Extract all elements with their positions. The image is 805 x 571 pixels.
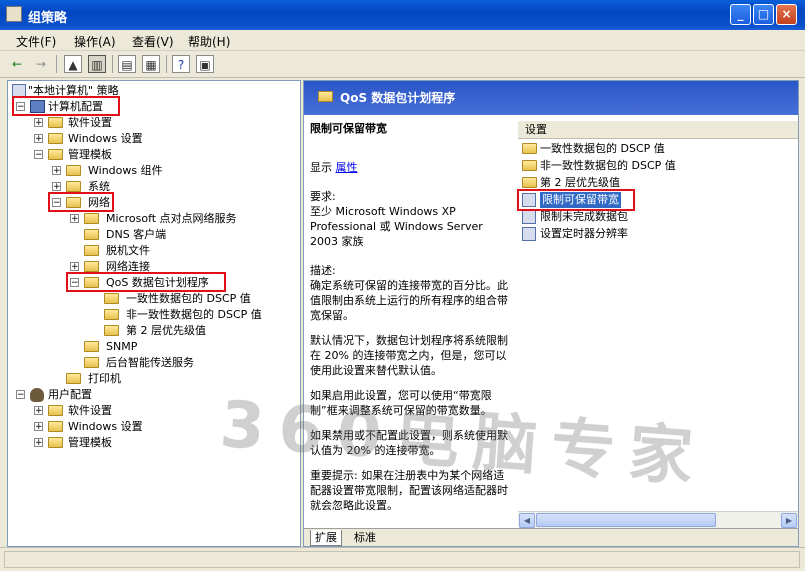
menu-bar: 文件(F) 操作(A) 查看(V) 帮助(H) (0, 30, 805, 51)
expand-icon[interactable]: + (34, 438, 43, 448)
scroll-left-icon[interactable]: ◀ (519, 513, 535, 528)
description-label: 描述: (310, 264, 336, 277)
export-list-icon[interactable]: ▦ (142, 55, 160, 73)
folder-icon (48, 117, 63, 128)
highlight-qos (66, 272, 226, 292)
horizontal-scrollbar[interactable]: ◀ ▶ (518, 511, 798, 529)
display-label: 显示 (310, 161, 332, 174)
expand-icon[interactable]: + (52, 182, 61, 192)
expand-icon[interactable]: + (34, 118, 43, 128)
show-tree-icon[interactable]: ▥ (88, 55, 106, 73)
collapse-icon[interactable]: − (34, 150, 43, 160)
expand-icon[interactable]: + (70, 214, 79, 224)
menu-view[interactable]: 查看(V) (132, 33, 174, 50)
folder-icon (84, 229, 99, 240)
folder-icon (104, 325, 119, 336)
highlight-limit-bandwidth (517, 189, 635, 211)
forward-arrow-icon[interactable]: → (32, 55, 50, 73)
setting-title: 限制可保留带宽 (310, 122, 387, 135)
settings-column-header[interactable]: 设置 (518, 121, 798, 139)
up-folder-icon[interactable]: ▲ (64, 55, 82, 73)
folder-icon (84, 357, 99, 368)
folder-icon (84, 213, 99, 224)
help-icon[interactable]: ? (172, 55, 190, 73)
status-bar (0, 547, 805, 571)
folder-icon (48, 405, 63, 416)
folder-icon (48, 421, 63, 432)
details-pane: QoS 数据包计划程序 限制可保留带宽 显示 属性 要求: 至少 Microso… (303, 80, 799, 547)
expand-icon[interactable]: + (34, 422, 43, 432)
view-tabs: 扩展 标准 (304, 528, 798, 546)
folder-icon (522, 160, 537, 171)
folder-icon (66, 165, 81, 176)
minimize-button[interactable]: _ (730, 4, 751, 25)
policy-setting-icon (522, 227, 536, 241)
highlight-network (48, 192, 114, 212)
folder-icon (66, 373, 81, 384)
expand-icon[interactable]: + (70, 262, 79, 272)
gpedit-icon (6, 6, 22, 22)
folder-icon (84, 261, 99, 272)
pane-header: QoS 数据包计划程序 (304, 81, 798, 115)
user-icon (30, 388, 44, 402)
tree-pane: "本地计算机" 策略 − 计算机配置 + 软件设置 + Windows 设置 −… (7, 80, 301, 547)
folder-icon (104, 293, 119, 304)
collapse-icon[interactable]: − (16, 390, 25, 400)
window-title: 组策略 (28, 11, 68, 26)
description-p4: 如果禁用或不配置此设置，则系统使用默认值为 20% 的连接带宽。 (310, 429, 508, 457)
close-button[interactable]: × (776, 4, 797, 25)
show-hide-pane-icon[interactable]: ▣ (196, 55, 214, 73)
highlight-computer-config (12, 96, 120, 116)
toolbar: ← → ▲ ▥ ▤ ▦ ? ▣ (0, 51, 805, 78)
tab-extended[interactable]: 扩展 (310, 530, 342, 546)
title-bar: 组策略 _ □ × (0, 0, 805, 30)
menu-file[interactable]: 文件(F) (16, 33, 56, 50)
folder-icon (48, 133, 63, 144)
back-arrow-icon[interactable]: ← (8, 55, 26, 73)
folder-icon (84, 245, 99, 256)
maximize-button[interactable]: □ (753, 4, 774, 25)
menu-help[interactable]: 帮助(H) (188, 33, 230, 50)
description-p5: 重要提示: 如果在注册表中为某个网络适配器设置带宽限制，配置该网络适配器时就会忽… (310, 469, 508, 512)
status-panel (4, 551, 800, 568)
expand-icon[interactable]: + (34, 134, 43, 144)
folder-icon (66, 181, 81, 192)
requirements-label: 要求: (310, 190, 336, 203)
description-p3: 如果启用此设置，您可以使用“带宽限制”框来调整系统可保留的带宽数量。 (310, 389, 492, 417)
properties-icon[interactable]: ▤ (118, 55, 136, 73)
folder-open-icon (48, 149, 63, 160)
extended-description: 限制可保留带宽 显示 属性 要求: 至少 Microsoft Windows X… (310, 121, 514, 523)
menu-action[interactable]: 操作(A) (74, 33, 116, 50)
folder-open-icon (318, 91, 333, 102)
folder-icon (84, 341, 99, 352)
policy-setting-icon (522, 210, 536, 224)
folder-icon (522, 177, 537, 188)
folder-icon (104, 309, 119, 320)
folder-icon (522, 143, 537, 154)
folder-icon (48, 437, 63, 448)
requirements-text: 至少 Microsoft Windows XP Professional 或 W… (310, 205, 483, 248)
scroll-thumb[interactable] (536, 513, 716, 527)
properties-link[interactable]: 属性 (336, 161, 358, 174)
tab-standard[interactable]: 标准 (350, 530, 380, 545)
description-p2: 默认情况下，数据包计划程序将系统限制在 20% 的连接带宽之内，但是，您可以使用… (310, 334, 508, 377)
scroll-right-icon[interactable]: ▶ (781, 513, 797, 528)
expand-icon[interactable]: + (52, 166, 61, 176)
expand-icon[interactable]: + (34, 406, 43, 416)
description-p1: 确定系统可保留的连接带宽的百分比。此值限制由系统上运行的所有程序的组合带宽保留。 (310, 279, 508, 322)
